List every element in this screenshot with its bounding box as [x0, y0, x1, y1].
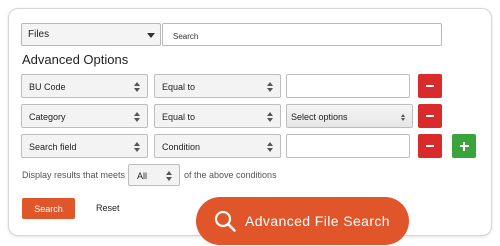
updown-arrows-icon: [134, 141, 142, 153]
section-title: Advanced Options: [22, 52, 129, 67]
updown-arrows-icon: [166, 170, 174, 182]
magnifier-icon: [213, 209, 237, 233]
filter-field-select[interactable]: BU Code: [21, 74, 148, 98]
filter-field-select[interactable]: Category: [21, 104, 148, 128]
match-mode-value: All: [137, 171, 148, 181]
search-button[interactable]: Search: [22, 198, 75, 219]
updown-arrows-icon: [267, 141, 275, 153]
reset-button[interactable]: Reset: [96, 203, 120, 213]
filter-field-value: BU Code: [29, 82, 66, 92]
plus-icon: [459, 141, 469, 151]
updown-arrows-icon: [267, 81, 275, 93]
filter-operator-select[interactable]: Equal to: [154, 74, 281, 98]
search-input-value: Search: [173, 32, 199, 41]
search-input[interactable]: Search: [162, 23, 442, 46]
filter-value-input[interactable]: [286, 134, 410, 158]
match-suffix-label: of the above conditions: [184, 170, 277, 180]
filter-options-value: Select options: [291, 112, 348, 122]
badge-label: Advanced File Search: [245, 213, 390, 229]
minus-icon: [426, 115, 434, 117]
advanced-file-search-badge: Advanced File Search: [196, 197, 409, 245]
filter-operator-select[interactable]: Equal to: [154, 104, 281, 128]
remove-filter-button[interactable]: [418, 104, 442, 128]
updown-arrows-icon: [267, 111, 275, 123]
add-filter-button[interactable]: [452, 134, 476, 158]
minus-icon: [426, 85, 434, 87]
updown-arrows-icon: [401, 114, 407, 122]
filter-operator-select[interactable]: Condition: [154, 134, 281, 158]
filter-field-value: Category: [29, 112, 66, 122]
remove-filter-button[interactable]: [418, 134, 442, 158]
minus-icon: [426, 145, 434, 147]
search-type-value: Files: [28, 29, 50, 40]
filter-operator-value: Equal to: [162, 82, 196, 92]
filter-field-select[interactable]: Search field: [21, 134, 148, 158]
remove-filter-button[interactable]: [418, 74, 442, 98]
filter-operator-value: Equal to: [162, 112, 196, 122]
match-prefix-label: Display results that meets: [22, 170, 126, 180]
match-mode-select[interactable]: All: [128, 164, 180, 186]
updown-arrows-icon: [134, 111, 142, 123]
filter-operator-value: Condition: [162, 142, 201, 152]
filter-options-select[interactable]: Select options: [286, 104, 413, 128]
search-button-label: Search: [34, 203, 63, 214]
filter-field-value: Search field: [29, 142, 77, 152]
filter-value-input[interactable]: [286, 74, 410, 98]
search-type-select[interactable]: Files: [21, 23, 161, 46]
chevron-down-icon: [147, 33, 155, 38]
updown-arrows-icon: [134, 81, 142, 93]
